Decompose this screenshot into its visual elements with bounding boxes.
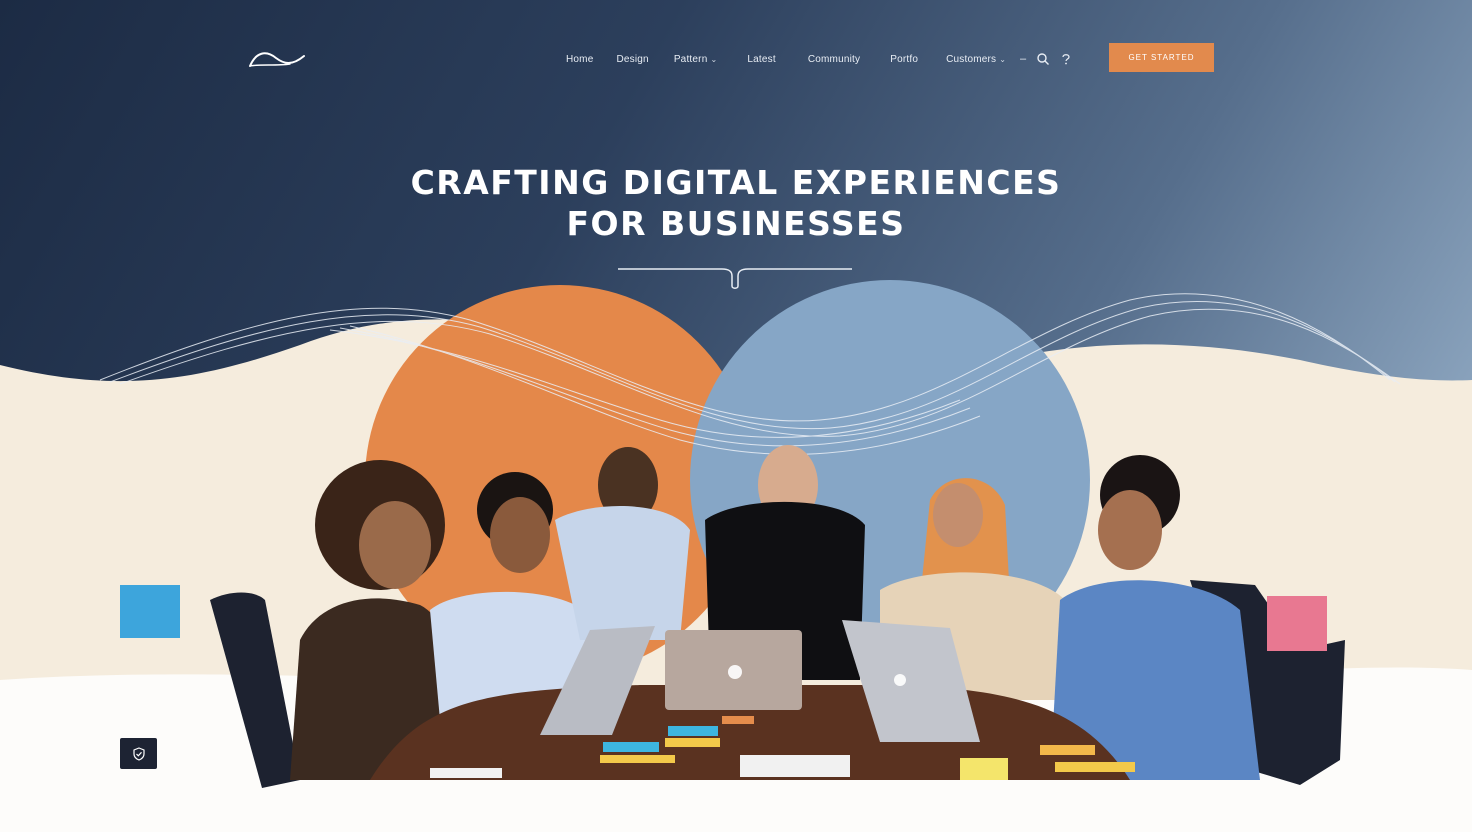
chevron-down-icon: ⌄ [710,54,718,64]
shield-badge-button[interactable] [120,738,157,769]
nav-customers-label: Customers [946,53,997,65]
nav-design-label: Design [616,53,649,65]
blue-square-decor [120,585,180,638]
hero-headline: CRAFTING DIGITAL EXPERIENCES FOR BUSINES… [0,162,1472,244]
help-icon[interactable] [1060,52,1072,66]
hero-headline-line2: FOR BUSINESSES [566,204,906,243]
chevron-down-icon: ⌄ [999,54,1007,64]
main-nav: Home Design Pattern ⌄ Latest Community P… [566,50,1006,68]
bottom-strip [0,788,1472,832]
nav-tools: – [1020,50,1072,68]
pink-square-decor [1267,596,1327,651]
nav-community-label: Community [807,53,861,65]
nav-portfolio-label: Portfo [890,53,919,65]
nav-home-label: Home [566,53,594,65]
nav-pattern-label: Pattern [673,53,708,65]
nav-design[interactable]: Design [616,54,648,65]
search-icon[interactable] [1036,52,1050,66]
nav-pattern[interactable]: Pattern ⌄ [674,54,718,65]
wave-logo-icon[interactable] [246,44,308,72]
nav-latest-label: Latest [747,53,776,65]
nav-latest[interactable]: Latest [747,54,775,65]
nav-customers[interactable]: Customers ⌄ [946,54,1006,65]
get-started-button[interactable]: GET STARTED [1109,43,1214,72]
nav-home[interactable]: Home [566,54,593,65]
nav-portfolio[interactable]: Portfo [890,54,918,65]
get-started-label: GET STARTED [1128,53,1195,62]
nav-dash: – [1020,53,1027,65]
nav-community[interactable]: Community [808,54,860,65]
shield-check-icon [132,746,145,761]
headline-divider [618,268,852,289]
hero-headline-line1: CRAFTING DIGITAL EXPERIENCES [410,163,1062,202]
hero-illustration [0,280,1472,832]
